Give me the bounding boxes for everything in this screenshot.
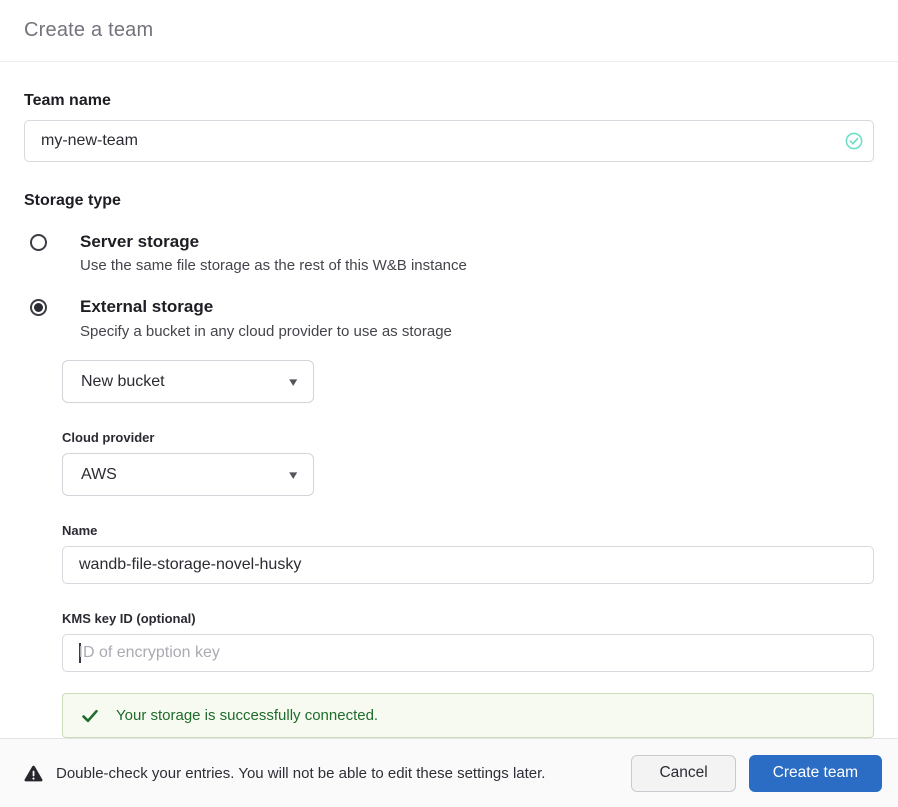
modal-header: Create a team	[0, 0, 898, 62]
kms-key-placeholder: ID of encryption key	[78, 644, 220, 662]
server-storage-description: Use the same file storage as the rest of…	[80, 257, 467, 275]
team-name-field[interactable]	[24, 120, 874, 162]
chevron-down-icon: ▾	[289, 467, 298, 483]
server-storage-title: Server storage	[80, 232, 200, 251]
modal-body: Team name Storage type Server storage Us…	[0, 92, 898, 739]
server-storage-radio[interactable]	[30, 234, 47, 251]
bucket-select-value: New bucket	[81, 372, 165, 390]
cloud-provider-label: Cloud provider	[62, 430, 155, 446]
footer-warning: Double-check your entries. You will not …	[16, 765, 631, 782]
cloud-provider-value: AWS	[81, 465, 117, 483]
page-title: Create a team	[24, 19, 154, 41]
chevron-down-icon: ▾	[289, 374, 298, 390]
cancel-button[interactable]: Cancel	[631, 754, 736, 792]
success-message: Your storage is successfully connected.	[116, 707, 379, 725]
kms-key-field[interactable]: ID of encryption key	[62, 634, 874, 673]
storage-option-external[interactable]: External storage Specify a bucket in any…	[24, 297, 874, 341]
storage-option-server[interactable]: Server storage Use the same file storage…	[24, 232, 874, 276]
modal-footer: Double-check your entries. You will not …	[0, 738, 898, 807]
bucket-select[interactable]: New bucket ▾	[62, 360, 314, 404]
create-team-button[interactable]: Create team	[748, 754, 882, 792]
footer-buttons: Cancel Create team	[631, 754, 882, 792]
bucket-name-field[interactable]	[62, 546, 874, 585]
check-circle-icon	[845, 132, 863, 150]
warning-triangle-icon	[24, 765, 43, 781]
team-name-input[interactable]	[41, 132, 833, 150]
external-storage-form: New bucket ▾ Cloud provider AWS ▾ Name K…	[62, 360, 874, 673]
create-team-modal: Create a team Team name Storage type Ser…	[0, 0, 898, 807]
storage-type-label: Storage type	[24, 192, 121, 209]
footer-warning-text: Double-check your entries. You will not …	[56, 764, 546, 782]
success-check-icon	[82, 709, 98, 722]
kms-key-label: KMS key ID (optional)	[62, 611, 196, 627]
storage-success-banner: Your storage is successfully connected.	[62, 693, 874, 739]
bucket-name-input[interactable]	[79, 556, 857, 575]
team-name-label: Team name	[24, 92, 111, 109]
external-storage-title: External storage	[80, 297, 214, 317]
cloud-provider-select[interactable]: AWS ▾	[62, 453, 314, 497]
bucket-name-label: Name	[62, 523, 98, 539]
external-storage-description: Specify a bucket in any cloud provider t…	[80, 322, 452, 340]
external-storage-radio[interactable]	[30, 299, 47, 317]
